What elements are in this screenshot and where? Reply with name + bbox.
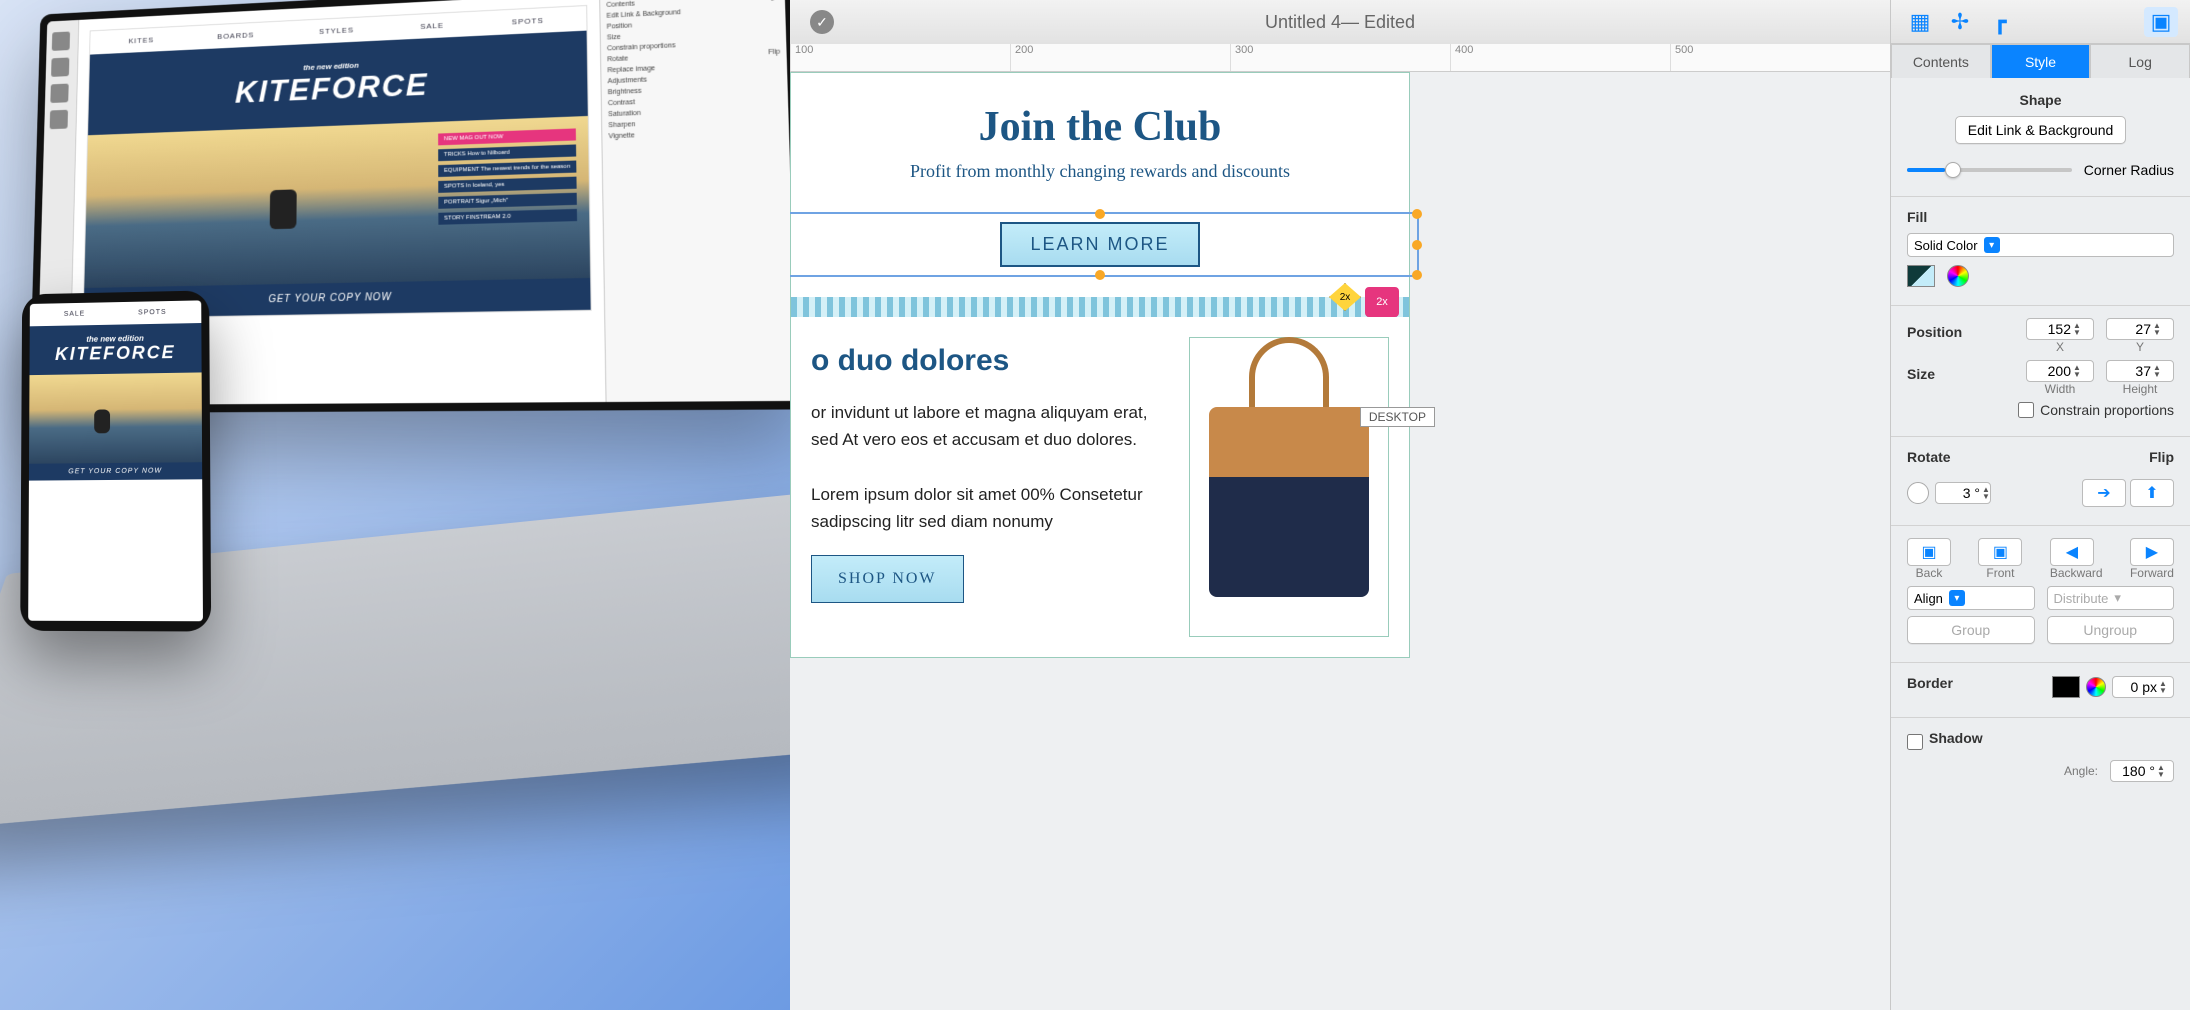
size-label: Size [1907,366,1935,382]
tab-log[interactable]: Log [2090,44,2190,78]
left-promo-panel: KITES BOARDS STYLES SALE SPOTS the new e… [0,0,790,1010]
flip-label: Flip [2149,449,2174,465]
newsletter-card: KITES BOARDS STYLES SALE SPOTS the new e… [83,5,592,319]
retina-badge: 2x [1365,287,1399,317]
app-window: ✓ Untitled 4 — Edited 100200 300400 500 … [790,0,2190,1010]
snap-icon[interactable]: ✢ [1943,7,1977,37]
rotate-label: Rotate [1907,449,1951,465]
border-color-swatch[interactable] [2052,676,2080,698]
tab-style[interactable]: Style [1991,44,2091,78]
guides-icon[interactable]: ▦ [1903,7,1937,37]
email-title: Join the Club [811,103,1389,151]
shape-heading: Shape [1907,92,2174,108]
body-p2: Lorem ipsum dolor sit amet 00% Consetetu… [811,481,1169,535]
width-field[interactable]: ▲▼ [2026,360,2094,382]
fill-color-swatch[interactable] [1907,265,1935,287]
ruler-icon[interactable]: ┏ [1983,7,2017,37]
product-image[interactable] [1189,337,1389,637]
kitesurfer-silhouette [270,189,297,229]
bring-front-button[interactable]: ▣ [1978,538,2022,566]
position-label: Position [1907,324,1962,340]
inspector-panel: ▦ ✢ ┏ ▣ Contents Style Log Shape Edit Li… [1890,0,2190,1010]
pos-y-field[interactable]: ▲▼ [2106,318,2174,340]
rotate-dial[interactable] [1907,482,1929,504]
color-wheel-icon[interactable] [1947,265,1969,287]
flip-h-button[interactable]: ➔ [2082,479,2126,507]
distribute-select[interactable]: Distribute▾ [2047,586,2175,610]
forward-button[interactable]: ▶ [2130,538,2174,566]
panel-toggle-icon[interactable]: ▣ [2144,7,2178,37]
email-document: Join the Club Profit from monthly changi… [790,72,1410,658]
tab-contents[interactable]: Contents [1891,44,1991,78]
corner-radius-slider[interactable] [1907,168,2072,172]
send-back-button[interactable]: ▣ [1907,538,1951,566]
desktop-label[interactable]: DESKTOP [1360,407,1435,427]
fill-heading: Fill [1907,209,2174,225]
fill-mode-select[interactable]: Solid Color▾ [1907,233,2174,257]
shadow-checkbox[interactable]: Shadow [1907,730,2174,754]
phone-screen: SALESPOTS the new editionKITEFORCE GET Y… [28,300,203,621]
body-p1: or invidunt ut labore et magna aliquyam … [811,399,1169,453]
height-field[interactable]: ▲▼ [2106,360,2174,382]
retina-badge-yellow: 2x [1329,283,1361,311]
body-title: o duo dolores [811,337,1169,385]
backward-button[interactable]: ◀ [2050,538,2094,566]
border-width-field[interactable]: ▲▼ [2112,676,2174,698]
ruler: 100200 300400 500 [790,44,1890,72]
check-icon[interactable]: ✓ [810,10,834,34]
align-select[interactable]: Align▾ [1907,586,2035,610]
titlebar: ✓ Untitled 4 — Edited [790,0,1890,44]
canvas[interactable]: Join the Club Profit from monthly changi… [790,72,1890,1010]
group-button[interactable]: Group [1907,616,2035,644]
handbag-illustration [1209,377,1369,597]
angle-field[interactable]: ▲▼ [2110,760,2174,782]
edit-link-button[interactable]: Edit Link & Background [1955,116,2127,144]
mini-inspector: ContentsImage Edit Link & Background Pos… [599,0,790,402]
angle-label: Angle: [2064,764,2098,778]
shop-now-button[interactable]: SHOP NOW [811,555,964,603]
ungroup-button[interactable]: Ungroup [2047,616,2175,644]
flip-v-button[interactable]: ⬆ [2130,479,2174,507]
window-title: Untitled 4 [1265,12,1341,33]
learn-more-button[interactable]: LEARN MORE [1000,222,1199,267]
inspector-tabs: Contents Style Log [1891,44,2190,78]
constrain-checkbox[interactable]: Constrain proportions [1907,402,2174,418]
border-label: Border [1907,675,1953,691]
wavy-divider: 2x 2x [791,297,1409,317]
corner-radius-label: Corner Radius [2084,162,2174,178]
newsletter-tags: NEW MAG OUT NOW TRICKS How to Nilboard E… [438,128,577,224]
phone-mock: SALESPOTS the new editionKITEFORCE GET Y… [20,290,211,631]
pos-x-field[interactable]: ▲▼ [2026,318,2094,340]
email-subtitle: Profit from monthly changing rewards and… [811,161,1389,182]
newsletter-photo: NEW MAG OUT NOW TRICKS How to Nilboard E… [84,116,590,288]
rotate-field[interactable]: ▲▼ [1935,482,1991,504]
border-color-wheel-icon[interactable] [2086,677,2106,697]
